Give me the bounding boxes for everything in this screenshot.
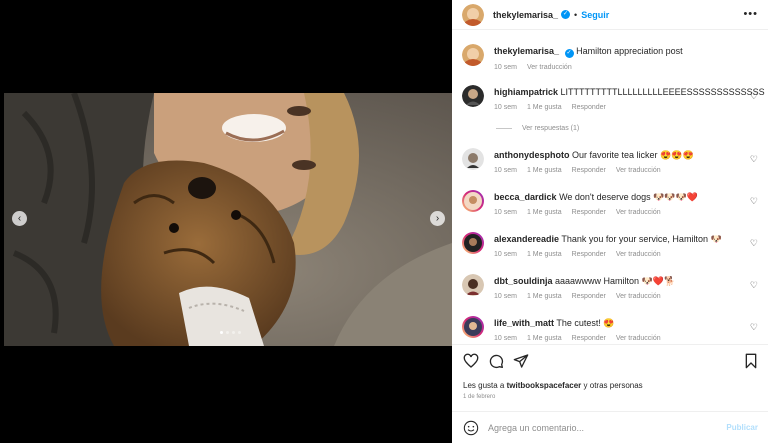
comment-text: LITTTTTTTTTLLLLLLLLLEEEESSSSSSSSSSSSS xyxy=(560,87,765,97)
caption-time[interactable]: 10 sem xyxy=(494,64,517,71)
see-translation-link[interactable]: Ver traducción xyxy=(616,251,661,258)
comment-text: The cutest! 😍 xyxy=(556,318,615,328)
comment-likes[interactable]: 1 Me gusta xyxy=(527,251,562,258)
comment-icon[interactable] xyxy=(488,353,504,369)
view-replies[interactable]: Ver respuestas (1) xyxy=(496,125,579,132)
post-photo[interactable] xyxy=(4,93,452,346)
media-area: ‹ › xyxy=(4,0,452,443)
comment-username[interactable]: highiampatrick xyxy=(494,87,558,97)
bookmark-icon[interactable] xyxy=(743,353,759,369)
comment-likes[interactable]: 1 Me gusta xyxy=(527,104,562,111)
see-translation-link[interactable]: Ver traducción xyxy=(616,293,661,300)
comment-username[interactable]: anthonydesphoto xyxy=(494,150,570,160)
likes-summary: Les gusta a twitbookspacefacer y otras p… xyxy=(463,381,643,390)
comment-text: aaaawwww Hamilton 🐶❤️🐕 xyxy=(555,276,676,286)
follow-button[interactable]: Seguir xyxy=(581,10,609,20)
likes-prefix: Les gusta a xyxy=(463,381,507,390)
share-icon[interactable] xyxy=(513,353,529,369)
avatar[interactable] xyxy=(462,316,484,338)
avatar[interactable] xyxy=(462,232,484,254)
reply-button[interactable]: Responder xyxy=(572,209,606,216)
avatar[interactable] xyxy=(462,44,484,66)
view-replies-label[interactable]: Ver respuestas (1) xyxy=(522,125,579,132)
heart-icon[interactable]: ♡ xyxy=(750,154,758,165)
separator: • xyxy=(574,9,578,20)
divider xyxy=(496,128,512,129)
comment-likes[interactable]: 1 Me gusta xyxy=(527,209,562,216)
verified-icon: ✓ xyxy=(561,10,571,19)
see-translation-link[interactable]: Ver traducción xyxy=(616,167,661,174)
comment-likes[interactable]: 1 Me gusta xyxy=(527,167,562,174)
comment-time[interactable]: 10 sem xyxy=(494,251,517,258)
carousel-dot xyxy=(232,331,235,334)
reply-button[interactable]: Responder xyxy=(572,251,606,258)
see-translation-link[interactable]: Ver traducción xyxy=(616,209,661,216)
carousel-indicator xyxy=(220,331,241,334)
see-translation-link[interactable]: Ver traducción xyxy=(527,64,572,71)
publish-button[interactable]: Publicar xyxy=(726,423,758,432)
reply-button[interactable]: Responder xyxy=(572,293,606,300)
caption-username[interactable]: thekylemarisa_ xyxy=(494,46,559,56)
likes-user-link[interactable]: twitbookspacefacer xyxy=(507,381,582,390)
post-actions: Les gusta a twitbookspacefacer y otras p… xyxy=(452,344,768,411)
comment-username[interactable]: becca_dardick xyxy=(494,192,557,202)
comment-time[interactable]: 10 sem xyxy=(494,335,517,342)
post-username[interactable]: thekylemarisa_ xyxy=(493,10,558,20)
avatar[interactable] xyxy=(462,190,484,212)
comment-text: We don't deserve dogs 🐶🐶🐶❤️ xyxy=(559,192,698,202)
avatar[interactable] xyxy=(462,148,484,170)
comment-text: Thank you for your service, Hamilton 🐶 xyxy=(561,234,722,244)
post-date[interactable]: 1 de febrero xyxy=(463,394,495,400)
heart-icon[interactable] xyxy=(463,353,479,369)
heart-icon[interactable]: ♡ xyxy=(750,196,758,207)
comment-username[interactable]: life_with_matt xyxy=(494,318,554,328)
comment-time[interactable]: 10 sem xyxy=(494,104,517,111)
caption-text: Hamilton appreciation post xyxy=(576,46,683,56)
verified-icon: ✓ xyxy=(564,49,574,58)
post-side-panel: thekylemarisa_ ✓ • Seguir ••• thekylemar… xyxy=(452,0,768,443)
comment-likes[interactable]: 1 Me gusta xyxy=(527,293,562,300)
likes-suffix[interactable]: y otras personas xyxy=(581,381,643,390)
comments-list[interactable]: thekylemarisa_ ✓ Hamilton appreciation p… xyxy=(452,30,768,344)
heart-icon[interactable]: ♡ xyxy=(750,91,758,102)
add-comment-bar: Publicar xyxy=(452,411,768,443)
next-photo-button[interactable]: › xyxy=(430,211,445,226)
carousel-dot xyxy=(220,331,223,334)
avatar[interactable] xyxy=(462,85,484,107)
see-translation-link[interactable]: Ver traducción xyxy=(616,335,661,342)
reply-button[interactable]: Responder xyxy=(572,104,606,111)
reply-button[interactable]: Responder xyxy=(572,335,606,342)
heart-icon[interactable]: ♡ xyxy=(750,238,758,249)
comment-likes[interactable]: 1 Me gusta xyxy=(527,335,562,342)
previous-photo-button[interactable]: ‹ xyxy=(12,211,27,226)
avatar[interactable] xyxy=(462,274,484,296)
comment-text: Our favorite tea licker 😍😍😍 xyxy=(572,150,694,160)
comment-username[interactable]: alexandereadie xyxy=(494,234,559,244)
more-icon[interactable]: ••• xyxy=(743,8,758,20)
photo-illustration xyxy=(4,93,452,346)
carousel-dot xyxy=(226,331,229,334)
avatar[interactable] xyxy=(462,3,484,26)
comment-time[interactable]: 10 sem xyxy=(494,167,517,174)
heart-icon[interactable]: ♡ xyxy=(750,280,758,291)
post-viewer: ‹ › thekylemarisa_ ✓ • Seguir ••• thekyl… xyxy=(0,0,768,443)
carousel-dot xyxy=(238,331,241,334)
reply-button[interactable]: Responder xyxy=(572,167,606,174)
post-header: thekylemarisa_ ✓ • Seguir ••• xyxy=(452,0,768,30)
comment-time[interactable]: 10 sem xyxy=(494,293,517,300)
chevron-left-icon: ‹ xyxy=(17,213,22,224)
comment-username[interactable]: dbt_souldinja xyxy=(494,276,553,286)
heart-icon[interactable]: ♡ xyxy=(750,322,758,333)
emoji-icon[interactable] xyxy=(463,420,479,436)
comment-input[interactable] xyxy=(488,422,708,433)
chevron-right-icon: › xyxy=(435,213,440,224)
comment-time[interactable]: 10 sem xyxy=(494,209,517,216)
